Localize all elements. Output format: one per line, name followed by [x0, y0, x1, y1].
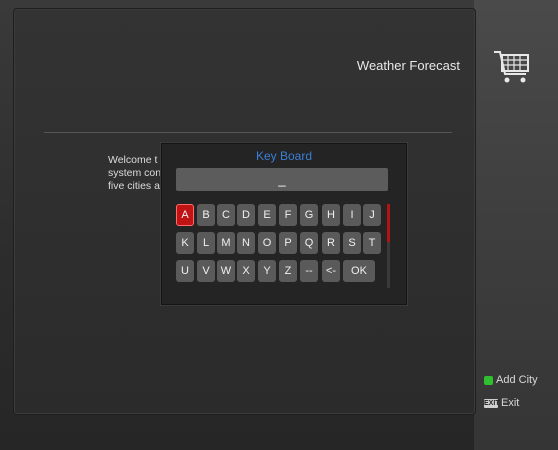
- welcome-line: system con: [108, 167, 162, 179]
- key-i[interactable]: I: [343, 204, 361, 226]
- key-z[interactable]: Z: [279, 260, 297, 282]
- key-h[interactable]: H: [322, 204, 340, 226]
- scrollbar-thumb[interactable]: [387, 204, 390, 242]
- key-p[interactable]: P: [279, 232, 297, 254]
- key-l[interactable]: L: [197, 232, 215, 254]
- keyboard-scrollbar[interactable]: [387, 204, 390, 288]
- key-k[interactable]: K: [176, 232, 194, 254]
- key-y[interactable]: Y: [258, 260, 276, 282]
- keyboard-title: Key Board: [255, 149, 313, 163]
- key-m[interactable]: M: [217, 232, 235, 254]
- welcome-line: Welcome t: [108, 154, 158, 166]
- welcome-line: five cities a: [108, 180, 160, 192]
- key-w[interactable]: W: [217, 260, 235, 282]
- key-q[interactable]: Q: [300, 232, 318, 254]
- exit-key-icon: EXIT: [484, 398, 500, 408]
- key-u[interactable]: U: [176, 260, 194, 282]
- add-city-label: Add City: [496, 374, 538, 386]
- key-d[interactable]: D: [237, 204, 255, 226]
- key-r[interactable]: R: [322, 232, 340, 254]
- keyboard-input-field[interactable]: _: [176, 168, 388, 191]
- key-s[interactable]: S: [343, 232, 361, 254]
- divider: [44, 132, 452, 133]
- key-e[interactable]: E: [258, 204, 276, 226]
- legend-add-city[interactable]: Add City: [484, 374, 538, 386]
- key-o[interactable]: O: [258, 232, 276, 254]
- key-space[interactable]: --: [300, 260, 318, 282]
- green-button-icon: [484, 375, 493, 385]
- page-title: Weather Forecast: [356, 58, 460, 73]
- key-b[interactable]: B: [197, 204, 215, 226]
- keyboard-dialog: Key Board _ A B C D E F G H I J K L M N …: [161, 143, 407, 305]
- key-c[interactable]: C: [217, 204, 235, 226]
- key-j[interactable]: J: [363, 204, 381, 226]
- exit-label: Exit: [501, 397, 520, 409]
- key-t[interactable]: T: [363, 232, 381, 254]
- shopping-cart-icon: [494, 51, 529, 83]
- key-ok[interactable]: OK: [343, 260, 375, 282]
- legend-exit[interactable]: EXITExit: [484, 397, 519, 409]
- key-a[interactable]: A: [176, 204, 194, 226]
- key-g[interactable]: G: [300, 204, 318, 226]
- key-n[interactable]: N: [237, 232, 255, 254]
- welcome-text: Welcome t system con five cities a: [108, 154, 168, 193]
- key-f[interactable]: F: [279, 204, 297, 226]
- key-backspace[interactable]: <-: [322, 260, 340, 282]
- screen: Weather Forecast Welcome t system con fi…: [0, 0, 558, 450]
- key-v[interactable]: V: [197, 260, 215, 282]
- key-x[interactable]: X: [237, 260, 255, 282]
